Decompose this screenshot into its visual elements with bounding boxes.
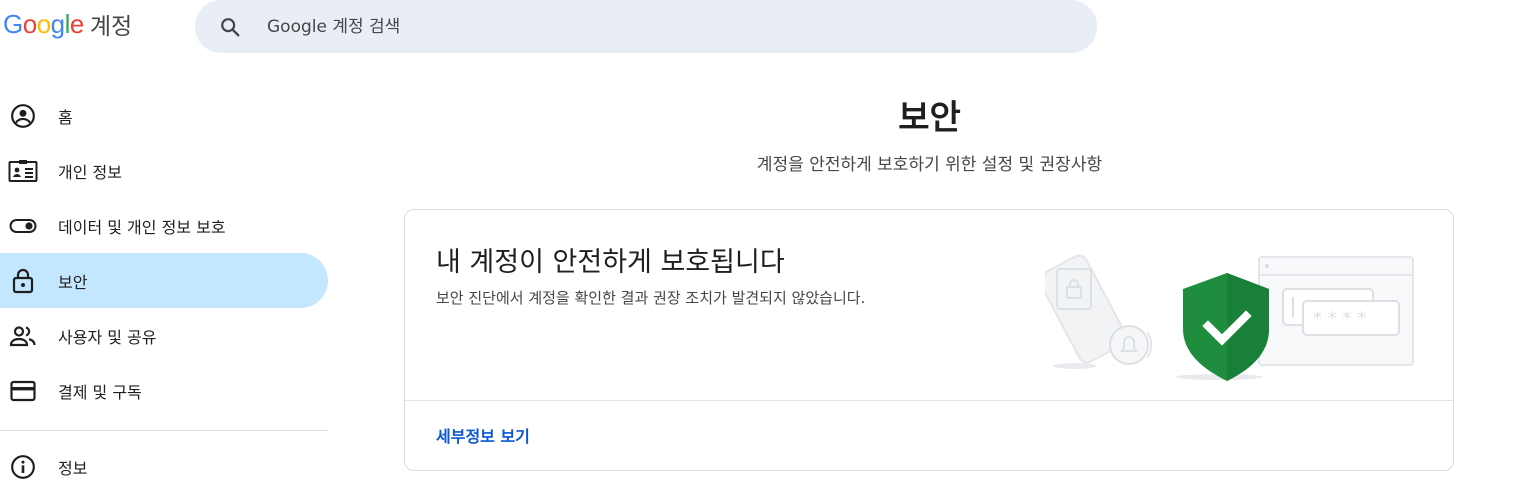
sidebar-item-about[interactable]: 정보 bbox=[0, 439, 328, 492]
search-bar[interactable] bbox=[195, 0, 1097, 53]
search-icon[interactable] bbox=[217, 14, 243, 40]
logo-letter: g bbox=[50, 8, 65, 39]
sidebar-nav: 홈 개인 정보 데이터 및 개인 정보 보호 보안 사용자 및 공유 결제 및 … bbox=[0, 88, 328, 492]
search-input[interactable] bbox=[267, 16, 967, 37]
sidebar-item-people-sharing[interactable]: 사용자 및 공유 bbox=[0, 308, 328, 363]
logo-letter: e bbox=[69, 8, 84, 39]
card-description: 보안 진단에서 계정을 확인한 결과 권장 조치가 발견되지 않았습니다. bbox=[436, 289, 866, 307]
lock-icon bbox=[8, 266, 38, 296]
logo-letter: o bbox=[22, 8, 37, 39]
card-divider bbox=[405, 400, 1453, 401]
shield-check-icon bbox=[1175, 273, 1269, 381]
sidebar-item-label: 보안 bbox=[58, 272, 88, 292]
password-mask: * * * * bbox=[1313, 308, 1366, 329]
sidebar-item-payments[interactable]: 결제 및 구독 bbox=[0, 363, 328, 418]
sidebar-item-security[interactable]: 보안 bbox=[0, 253, 328, 308]
card-title: 내 계정이 안전하게 보호됩니다 bbox=[436, 247, 785, 278]
google-logo: Google bbox=[3, 9, 84, 40]
logo-letter: G bbox=[3, 8, 23, 39]
sidebar-item-label: 결제 및 구독 bbox=[58, 382, 142, 402]
credit-card-icon bbox=[8, 376, 38, 406]
google-account-logo[interactable]: Google 계정 bbox=[3, 6, 132, 42]
security-status-card: 내 계정이 안전하게 보호됩니다 보안 진단에서 계정을 확인한 결과 권장 조… bbox=[404, 209, 1454, 471]
security-illustration: * * * * bbox=[1045, 254, 1414, 381]
sidebar-item-data-privacy[interactable]: 데이터 및 개인 정보 보호 bbox=[0, 198, 328, 253]
phone-lock-illustration bbox=[1045, 254, 1153, 369]
sidebar-item-label: 사용자 및 공유 bbox=[58, 327, 157, 347]
sidebar-item-label: 정보 bbox=[58, 458, 88, 478]
page-subtitle: 계정을 안전하게 보호하기 위한 설정 및 권장사항 bbox=[756, 155, 1103, 175]
view-details-link[interactable]: 세부정보 보기 bbox=[436, 423, 530, 447]
page-title: 보안 bbox=[898, 98, 961, 138]
people-icon bbox=[8, 321, 38, 351]
toggle-icon bbox=[8, 211, 38, 241]
password-window-illustration: * * * * bbox=[1258, 256, 1414, 366]
product-name: 계정 bbox=[89, 14, 133, 40]
sidebar-item-label: 데이터 및 개인 정보 보호 bbox=[58, 217, 226, 237]
sidebar-divider bbox=[0, 430, 328, 431]
info-icon bbox=[8, 452, 38, 482]
logo-letter: o bbox=[36, 8, 51, 39]
